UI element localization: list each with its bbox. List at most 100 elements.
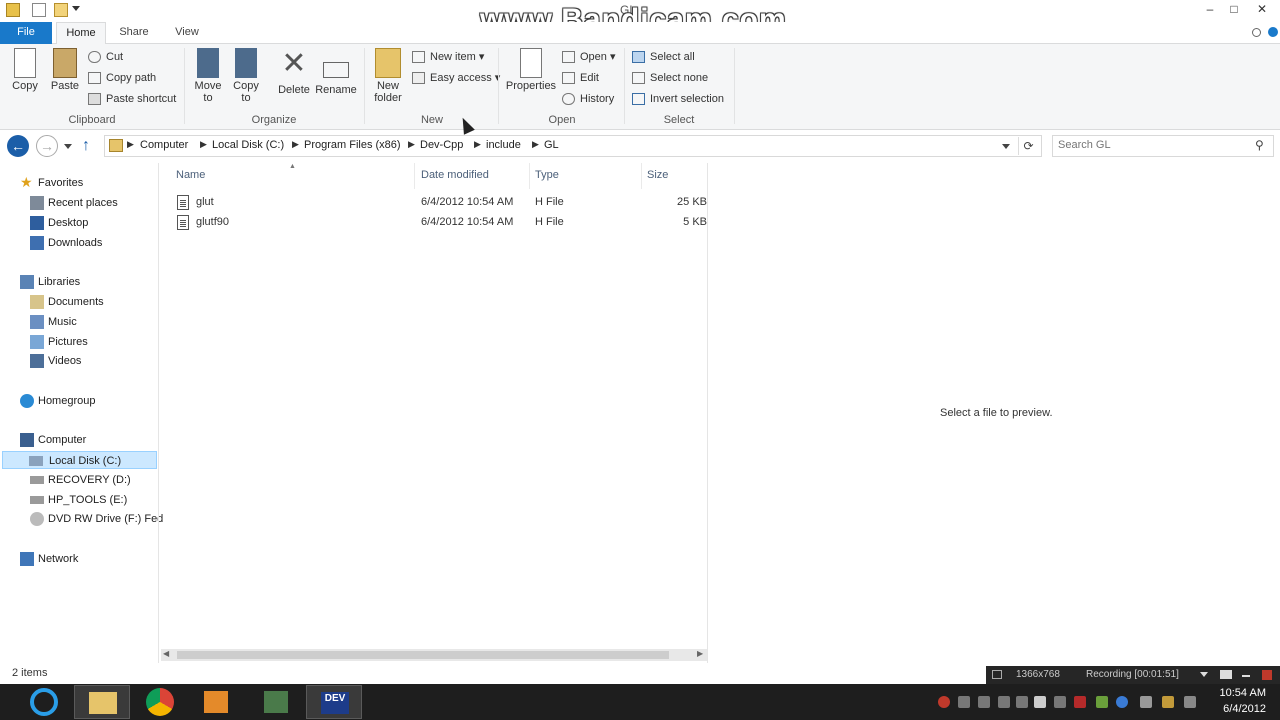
taskbar-internet-explorer[interactable]: [16, 685, 72, 719]
tray-icon[interactable]: [1016, 696, 1028, 708]
horizontal-scrollbar[interactable]: ◀ ▶: [161, 649, 707, 661]
open-button[interactable]: Open ▾: [560, 48, 616, 66]
help-icon[interactable]: [1268, 27, 1278, 37]
minimize-recorder-icon[interactable]: [1242, 675, 1250, 677]
easy-access-button[interactable]: Easy access ▾: [410, 69, 500, 87]
qat-dropdown-icon[interactable]: [72, 6, 80, 11]
breadcrumb-local-disk[interactable]: Local Disk (C:): [212, 139, 284, 151]
edit-button[interactable]: Edit: [560, 69, 599, 87]
maximize-button[interactable]: □: [1222, 0, 1246, 20]
tray-icon[interactable]: [998, 696, 1010, 708]
tab-view[interactable]: View: [164, 22, 210, 44]
minimize-ribbon-icon[interactable]: [1252, 28, 1261, 37]
scroll-right-icon[interactable]: ▶: [697, 649, 703, 658]
history-button[interactable]: History: [560, 90, 614, 108]
tray-icon[interactable]: [1074, 696, 1086, 708]
column-header-date[interactable]: Date modified: [421, 169, 489, 181]
camera-icon[interactable]: [1220, 670, 1232, 679]
column-divider[interactable]: [414, 163, 415, 189]
address-dropdown-icon[interactable]: [1002, 144, 1010, 149]
tray-icon[interactable]: [1116, 696, 1128, 708]
search-input[interactable]: [1058, 139, 1248, 151]
recording-window-icon[interactable]: [992, 670, 1002, 679]
tray-icon[interactable]: [1162, 696, 1174, 708]
tray-icon[interactable]: [1184, 696, 1196, 708]
search-icon[interactable]: ⚲: [1255, 138, 1264, 152]
invert-selection-button[interactable]: Invert selection: [630, 90, 724, 108]
tray-icon[interactable]: [1140, 696, 1152, 708]
breadcrumb-separator-icon[interactable]: ▶: [127, 139, 134, 150]
copy-path-button[interactable]: Copy path: [86, 69, 156, 87]
new-item-button[interactable]: New item ▾: [410, 48, 484, 66]
scrollbar-thumb[interactable]: [177, 651, 669, 659]
volume-icon[interactable]: [1034, 696, 1046, 708]
breadcrumb-include[interactable]: include: [486, 139, 521, 151]
forward-button[interactable]: →: [36, 135, 58, 157]
breadcrumb-separator-icon[interactable]: ▶: [292, 139, 299, 150]
breadcrumb-separator-icon[interactable]: ▶: [200, 139, 207, 150]
recording-tray-icon[interactable]: [938, 696, 950, 708]
new-folder-button[interactable]: New folder: [370, 48, 406, 104]
tab-file[interactable]: File: [0, 22, 52, 44]
breadcrumb-separator-icon[interactable]: ▶: [532, 139, 539, 150]
taskbar-chrome[interactable]: [132, 685, 188, 719]
taskbar-file-explorer[interactable]: [74, 685, 130, 719]
music-icon: [30, 315, 44, 329]
close-recorder-icon[interactable]: [1262, 670, 1272, 680]
new-folder-qat-icon[interactable]: [54, 3, 68, 17]
column-header-size[interactable]: Size: [647, 169, 668, 181]
move-to-button[interactable]: Move to: [190, 48, 226, 104]
file-row-glutf90[interactable]: glutf90 6/4/2012 10:54 AM H File 5 KB: [159, 213, 707, 233]
clock-time[interactable]: 10:54 AM: [1220, 687, 1266, 699]
minimize-button[interactable]: –: [1198, 0, 1222, 20]
breadcrumb-gl[interactable]: GL: [544, 139, 559, 151]
copy-button[interactable]: Copy: [8, 48, 42, 92]
breadcrumb-dev-cpp[interactable]: Dev-Cpp: [420, 139, 463, 151]
up-button[interactable]: ↑: [82, 137, 98, 155]
navigation-bar: ← → ↑ ▶ Computer ▶ Local Disk (C:) ▶ Pro…: [0, 131, 1280, 161]
file-type: H File: [535, 216, 564, 228]
taskbar-app[interactable]: [248, 685, 304, 719]
paste-button[interactable]: Paste: [48, 48, 82, 92]
rename-button[interactable]: Rename: [314, 48, 358, 96]
scroll-left-icon[interactable]: ◀: [163, 649, 169, 658]
properties-button[interactable]: Properties: [504, 48, 558, 92]
select-all-button[interactable]: Select all: [630, 48, 695, 66]
breadcrumb-computer[interactable]: Computer: [140, 139, 188, 151]
breadcrumb-program-files[interactable]: Program Files (x86): [304, 139, 401, 151]
refresh-button[interactable]: ⟳: [1018, 137, 1038, 155]
recent-locations-dropdown-icon[interactable]: [64, 144, 72, 149]
tab-share[interactable]: Share: [110, 22, 158, 44]
rename-icon: [323, 62, 349, 78]
search-box[interactable]: ⚲: [1052, 135, 1274, 157]
clock-date[interactable]: 6/4/2012: [1223, 703, 1266, 715]
group-label-open: Open: [548, 114, 576, 126]
taskbar-media-player[interactable]: [188, 685, 244, 719]
column-header-type[interactable]: Type: [535, 169, 559, 181]
recording-dropdown-icon[interactable]: [1200, 672, 1208, 677]
close-button[interactable]: ✕: [1250, 0, 1274, 20]
tray-icon[interactable]: [978, 696, 990, 708]
back-button[interactable]: ←: [7, 135, 29, 157]
select-none-button[interactable]: Select none: [630, 69, 708, 87]
cut-button[interactable]: Cut: [86, 48, 123, 66]
tray-icon[interactable]: [1054, 696, 1066, 708]
breadcrumb-separator-icon[interactable]: ▶: [408, 139, 415, 150]
file-row-glut[interactable]: glut 6/4/2012 10:54 AM H File 25 KB: [159, 193, 707, 213]
network-tray-icon[interactable]: [1096, 696, 1108, 708]
tab-home[interactable]: Home: [56, 22, 106, 45]
paste-shortcut-button[interactable]: Paste shortcut: [86, 90, 176, 108]
app-icon[interactable]: [6, 3, 20, 17]
properties-qat-icon[interactable]: [32, 3, 46, 17]
taskbar-dev-cpp[interactable]: DEV: [306, 685, 362, 719]
breadcrumb-separator-icon[interactable]: ▶: [474, 139, 481, 150]
copy-to-button[interactable]: Copy to: [228, 48, 264, 104]
desktop-icon: [30, 216, 44, 230]
nav-local-disk[interactable]: Local Disk (C:): [2, 451, 157, 469]
column-divider[interactable]: [641, 163, 642, 189]
column-divider[interactable]: [529, 163, 530, 189]
address-bar[interactable]: ▶ Computer ▶ Local Disk (C:) ▶ Program F…: [104, 135, 1042, 157]
delete-button[interactable]: ✕ Delete: [276, 48, 312, 97]
tray-icon[interactable]: [958, 696, 970, 708]
column-header-name[interactable]: Name: [176, 169, 205, 181]
